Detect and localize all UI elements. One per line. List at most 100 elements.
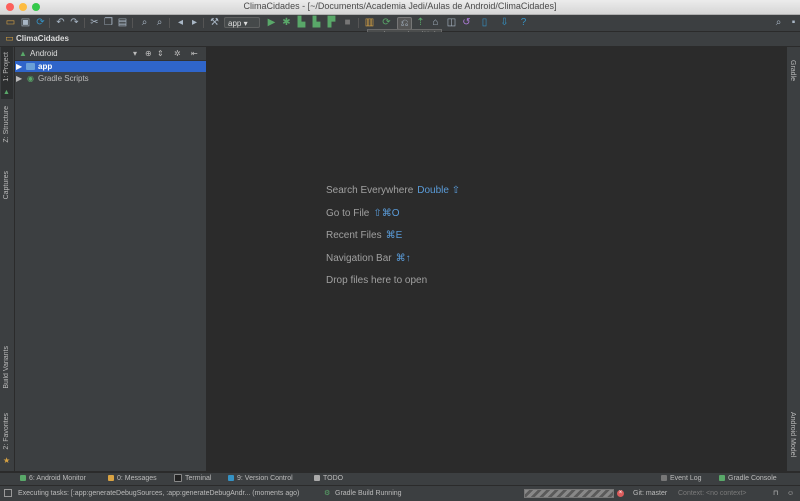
instant-run-icon[interactable]: ▙ <box>311 17 322 28</box>
tab-captures[interactable]: Captures <box>3 171 10 199</box>
cancel-build-icon[interactable]: × <box>617 490 624 497</box>
back-icon[interactable]: ◂ <box>175 17 186 28</box>
status-bar: Executing tasks: [:app:generateDebugSour… <box>0 485 800 501</box>
toolbar-separator <box>203 18 204 28</box>
toolbar-separator <box>132 18 133 28</box>
redo-icon[interactable]: ↷ <box>69 17 80 28</box>
status-task-text[interactable]: Executing tasks: [:app:generateDebugSour… <box>18 488 299 499</box>
tab-messages[interactable]: 0: Messages <box>108 474 157 484</box>
sdk-manager-icon[interactable]: ⇩ <box>499 17 510 28</box>
module-folder-icon <box>26 63 35 70</box>
tree-item-gradle-scripts[interactable]: ▶ ◉ Gradle Scripts <box>15 73 206 84</box>
android-icon: ▲ <box>19 49 27 58</box>
tab-build-variants[interactable]: Build Variants <box>3 346 10 389</box>
revert-icon[interactable]: ↺ <box>461 17 472 28</box>
run-icon[interactable]: ▶ <box>266 17 277 28</box>
replace-icon[interactable]: ⌕ <box>154 17 165 28</box>
project-panel <box>15 47 207 471</box>
tree-item-label: app <box>38 62 53 71</box>
tab-terminal[interactable]: Terminal <box>174 474 211 484</box>
coverage-icon[interactable]: ▛ <box>326 17 337 28</box>
gear-icon[interactable]: ✲ <box>174 48 181 59</box>
tab-favorites[interactable]: 2: Favorites <box>3 413 10 450</box>
lock-icon[interactable]: ⊓ <box>773 488 778 499</box>
tab-gradle[interactable]: Gradle <box>789 60 796 81</box>
collapse-all-icon[interactable]: ⇕ <box>157 48 164 59</box>
terminal-icon <box>174 474 182 483</box>
tab-structure[interactable]: Z: Structure <box>3 106 10 143</box>
tab-android-model[interactable]: Android Model <box>789 412 796 457</box>
hint-navigation-bar: Navigation Bar ⌘↑ <box>326 253 411 264</box>
navigation-bar: ▭ ClimaCidades <box>0 32 800 47</box>
inspector-icon[interactable]: ☺ <box>787 488 794 499</box>
event-log-icon <box>661 475 667 482</box>
bottom-tool-tabs: 6: Android Monitor 0: Messages Terminal … <box>0 472 800 485</box>
tab-project[interactable]: 1: Project <box>3 52 10 82</box>
toolbar-separator <box>169 18 170 28</box>
chevron-down-icon[interactable]: ▾ <box>133 48 137 59</box>
todo-icon <box>314 475 320 482</box>
tab-version-control[interactable]: 9: Version Control <box>228 474 293 484</box>
tree-item-label: Gradle Scripts <box>38 74 89 83</box>
sync-gradle-icon[interactable]: ⟳ <box>381 17 392 28</box>
copy-icon[interactable]: ❐ <box>103 17 114 28</box>
context-indicator[interactable]: Context: <no context> <box>678 488 747 499</box>
title-bar: ClimaCidades - [~/Documents/Academia Jed… <box>0 0 800 15</box>
git-branch[interactable]: Git: master <box>633 488 667 499</box>
toolbar-separator <box>49 18 50 28</box>
find-icon[interactable]: ⌕ <box>139 17 150 28</box>
editor-empty-area[interactable] <box>207 47 785 471</box>
status-build-text: Gradle Build Running <box>335 490 402 497</box>
forward-icon[interactable]: ▸ <box>189 17 200 28</box>
hint-go-to-file: Go to File ⇧⌘O <box>326 208 400 219</box>
attach-debugger-icon[interactable]: ▙ <box>296 17 307 28</box>
build-progress-bar <box>524 489 614 498</box>
hint-recent-files: Recent Files ⌘E <box>326 230 403 241</box>
save-icon[interactable]: ▣ <box>20 17 31 28</box>
vcs-compare-icon[interactable]: ◫ <box>446 17 457 28</box>
tree-item-app[interactable]: ▶ app <box>15 61 206 72</box>
project-structure-icon[interactable]: ▥ <box>364 17 375 28</box>
toolbar-separator <box>84 18 85 28</box>
star-icon: ★ <box>3 456 11 465</box>
cut-icon[interactable]: ✂ <box>89 17 100 28</box>
debug-icon[interactable]: ✱ <box>281 17 292 28</box>
search-icon[interactable]: ⌕ <box>773 17 784 28</box>
tab-android-monitor[interactable]: 6: Android Monitor <box>20 474 86 484</box>
gradle-console-icon <box>719 475 725 482</box>
android-icon <box>20 475 26 482</box>
hint-drop-files: Drop files here to open <box>326 275 428 286</box>
vcs-commit-icon[interactable]: ⇡ <box>415 17 426 28</box>
tab-todo[interactable]: TODO <box>314 474 343 484</box>
open-folder-icon[interactable]: ▭ <box>5 17 16 28</box>
version-control-icon <box>228 475 234 482</box>
breadcrumb[interactable]: ClimaCidades <box>16 34 69 43</box>
toolbar-separator <box>358 18 359 28</box>
tool-windows-icon[interactable] <box>4 489 12 497</box>
tab-event-log[interactable]: Event Log <box>661 474 702 484</box>
stop-icon[interactable]: ■ <box>342 17 353 28</box>
hint-search-everywhere: Search Everywhere Double ⇧ <box>326 185 461 196</box>
expand-arrow-icon[interactable]: ▶ <box>16 73 22 84</box>
hide-panel-icon[interactable]: ⇤ <box>191 48 198 59</box>
help-icon[interactable]: ? <box>518 17 529 28</box>
tab-gradle-console[interactable]: Gradle Console <box>719 474 777 484</box>
view-selector[interactable]: Android <box>30 48 58 59</box>
gradle-icon: ◉ <box>27 74 34 83</box>
paste-icon[interactable]: ▤ <box>117 17 128 28</box>
gradle-build-spinner-icon: ⚙ <box>324 490 331 497</box>
right-tool-stripe <box>786 47 800 471</box>
sync-scroll-icon[interactable]: ⊕ <box>145 48 152 59</box>
sync-icon[interactable]: ⟳ <box>35 17 46 28</box>
expand-arrow-icon[interactable]: ▶ <box>16 61 22 72</box>
project-panel-header: ▲ Android ▾ ⊕ ⇕ ✲ ⇤ <box>15 47 206 61</box>
window-title: ClimaCidades - [~/Documents/Academia Jed… <box>243 1 557 11</box>
messages-icon <box>108 475 114 482</box>
make-project-icon[interactable]: ⚒ <box>209 17 220 28</box>
run-configuration-select[interactable]: app ▾ <box>224 17 260 28</box>
vcs-history-icon[interactable]: ⌂ <box>430 17 441 28</box>
avd-manager-icon[interactable]: ▯ <box>479 17 490 28</box>
event-settings-icon[interactable]: ▪ <box>788 17 799 28</box>
undo-icon[interactable]: ↶ <box>55 17 66 28</box>
android-icon: ▲ <box>3 89 10 96</box>
